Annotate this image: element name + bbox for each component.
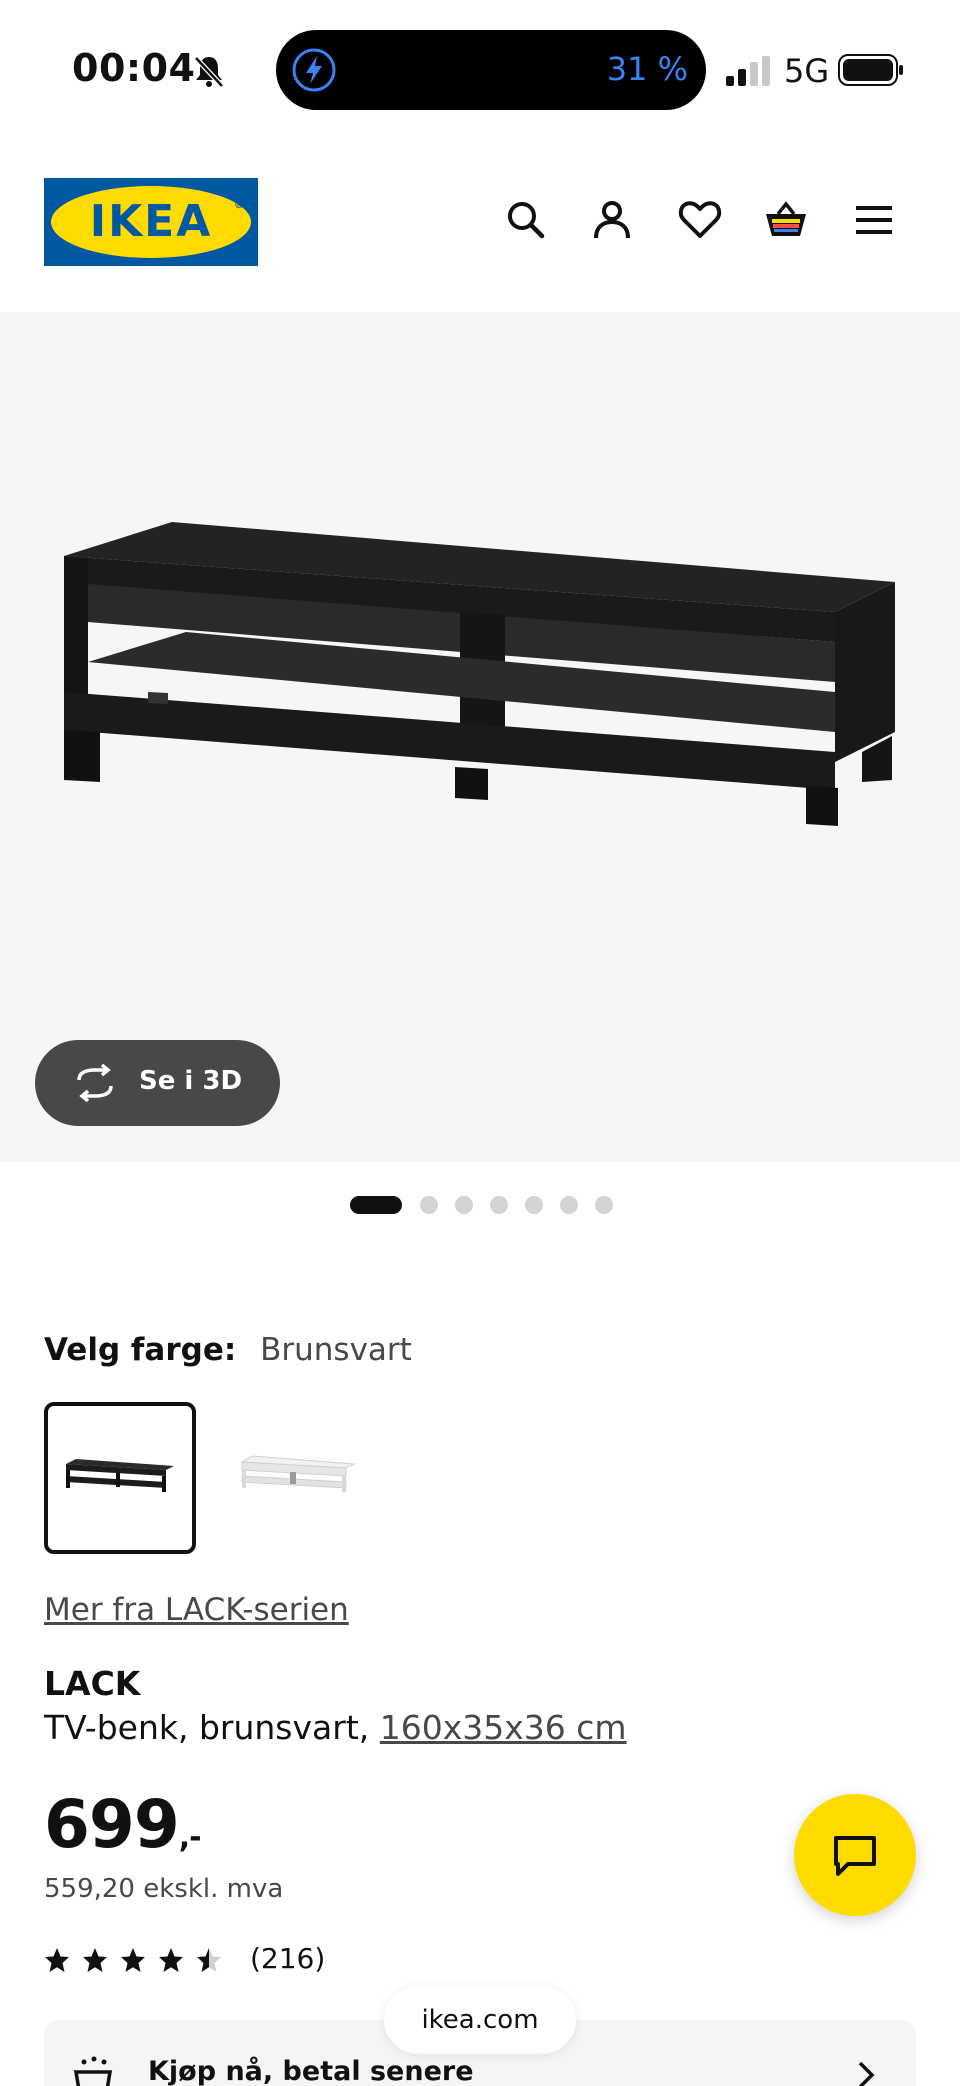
product-desc-text: TV-benk, brunsvart, <box>44 1708 380 1747</box>
product-name: LACK <box>44 1664 141 1703</box>
logo-text: IKEA <box>89 196 213 247</box>
cart-icon[interactable] <box>762 196 810 244</box>
bnpl-label: Kjøp nå, betal senere <box>148 2056 474 2086</box>
status-time: 00:04 <box>72 46 196 90</box>
swatch-image-dark <box>66 1459 174 1492</box>
color-swatch-brunsvart[interactable] <box>44 1402 196 1554</box>
tv-bench-illustration <box>64 522 895 826</box>
color-label: Velg farge: <box>44 1332 237 1368</box>
price-suffix: ,- <box>178 1820 202 1855</box>
star-icon <box>83 1948 107 1972</box>
chevron-right-icon <box>858 2061 875 2086</box>
status-bar: 00:04 31 % 5G <box>0 0 960 140</box>
star-icon <box>121 1948 145 1972</box>
price-main: 699 <box>44 1786 180 1863</box>
color-swatch-hvit[interactable] <box>214 1402 366 1554</box>
signal-icon <box>726 56 770 86</box>
pagination-dot[interactable] <box>560 1196 578 1214</box>
chat-bubble-icon <box>834 1836 876 1876</box>
browser-url-pill[interactable]: ikea.com <box>384 1986 576 2054</box>
swatch-image-white <box>240 1455 356 1492</box>
pagination-dot[interactable] <box>595 1196 613 1214</box>
half-star-icon <box>197 1948 221 1972</box>
star-icon <box>159 1948 183 1972</box>
pagination-dot[interactable] <box>490 1196 508 1214</box>
logo-registered-mark: ® <box>234 200 244 211</box>
rotate-3d-icon <box>77 1064 113 1102</box>
color-selector-row: Velg farge: Brunsvart <box>44 1332 412 1368</box>
search-icon[interactable] <box>502 196 550 244</box>
dynamic-island: 31 % <box>276 30 706 110</box>
review-count[interactable]: (216) <box>250 1942 325 1975</box>
menu-icon[interactable] <box>850 196 898 244</box>
charging-bolt-icon <box>292 48 336 92</box>
pagination-dot[interactable] <box>525 1196 543 1214</box>
shopping-bag-sparkle-icon <box>73 2056 113 2086</box>
battery-icon <box>838 54 903 86</box>
ikea-logo[interactable]: IKEA ® <box>44 178 258 266</box>
rating-stars[interactable] <box>44 1944 234 1976</box>
battery-percent: 31 % <box>606 50 688 88</box>
view-in-3d-label: Se i 3D <box>139 1066 243 1096</box>
product-description: TV-benk, brunsvart, 160x35x36 cm <box>44 1708 627 1747</box>
pagination-dot[interactable] <box>455 1196 473 1214</box>
product-price: 699,- <box>44 1786 202 1863</box>
bell-muted-icon <box>194 56 224 88</box>
view-in-3d-button[interactable]: Se i 3D <box>35 1040 280 1126</box>
product-image[interactable] <box>0 312 960 1162</box>
favorites-icon[interactable] <box>676 196 724 244</box>
pagination-dot-active[interactable] <box>350 1196 402 1214</box>
pagination-dot[interactable] <box>420 1196 438 1214</box>
account-icon[interactable] <box>588 196 636 244</box>
chat-button[interactable] <box>794 1794 916 1916</box>
network-label: 5G <box>784 52 830 90</box>
series-link[interactable]: Mer fra LACK-serien <box>44 1592 349 1628</box>
star-icon <box>45 1948 69 1972</box>
price-ex-vat: 559,20 ekskl. mva <box>44 1874 284 1904</box>
color-value: Brunsvart <box>260 1332 412 1368</box>
product-dimensions-link[interactable]: 160x35x36 cm <box>380 1708 627 1747</box>
